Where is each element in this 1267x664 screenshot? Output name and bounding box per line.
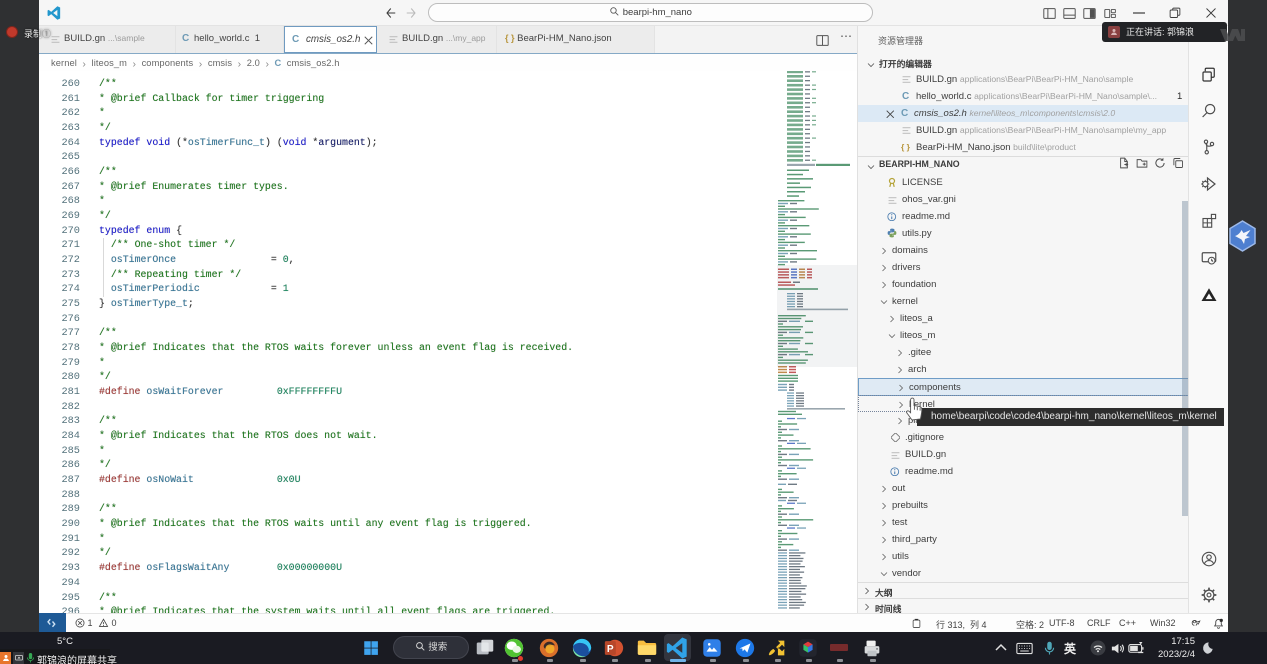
svg-text:P: P (607, 644, 614, 655)
